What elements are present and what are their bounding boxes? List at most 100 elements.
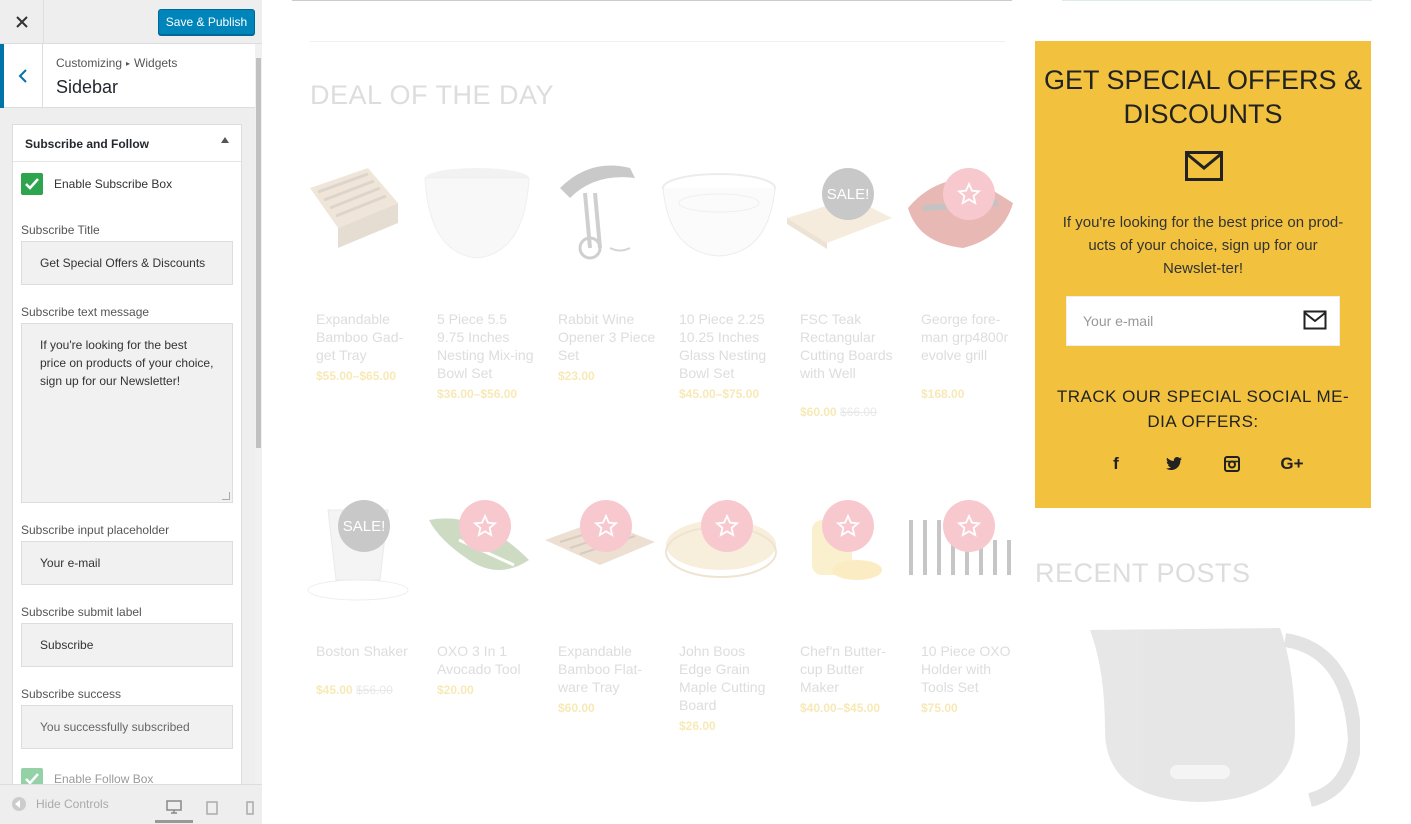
controls-scroll-area[interactable]: Subscribe and Follow Enable Subscribe Bo… <box>0 108 255 784</box>
product-name[interactable]: OXO 3 In 1 Avocado Tool <box>437 642 535 678</box>
product-name[interactable]: FSC Teak Rectangular Cutting Boards with… <box>800 310 898 382</box>
device-desktop-button[interactable] <box>155 793 193 823</box>
collapse-arrow-icon[interactable] <box>221 137 229 143</box>
instagram-link[interactable] <box>1219 451 1245 477</box>
product-image[interactable] <box>661 480 782 610</box>
scrollbar[interactable] <box>255 44 262 784</box>
product-image[interactable] <box>298 148 419 278</box>
kettle-image[interactable] <box>1080 620 1360 810</box>
product-name[interactable]: Boston Shaker <box>316 642 414 660</box>
device-tablet-button[interactable] <box>193 793 231 823</box>
mail-send-icon[interactable] <box>1303 310 1327 330</box>
product-image[interactable] <box>903 480 1024 610</box>
favorite-badge[interactable] <box>943 500 995 552</box>
instagram-icon <box>1224 456 1240 472</box>
favorite-badge[interactable] <box>943 168 995 220</box>
favorite-badge[interactable] <box>701 500 753 552</box>
product-card[interactable]: 10 Piece 2.25 10.25 Inches Glass Nesting… <box>661 148 782 401</box>
price-value: $45.00–$75.00 <box>679 387 760 401</box>
subscribe-title-input[interactable]: Get Special Offers & Discounts <box>21 241 233 285</box>
chevron-left-icon <box>18 69 27 83</box>
close-button[interactable] <box>0 0 44 44</box>
product-name[interactable]: 10 Piece 2.25 10.25 Inches Glass Nesting… <box>679 310 777 382</box>
star-icon <box>473 514 497 537</box>
product-name[interactable]: 5 Piece 5.5 9.75 Inches Nesting Mix-ing … <box>437 310 535 382</box>
favorite-badge[interactable] <box>459 500 511 552</box>
enable-subscribe-label: Enable Subscribe Box <box>54 177 173 191</box>
product-name[interactable]: 10 Piece OXO Holder with Tools Set <box>921 642 1019 696</box>
product-card[interactable]: Rabbit Wine Opener 3 Piece Set $23.00 <box>540 148 661 383</box>
customizer-footer: Hide Controls <box>0 784 262 824</box>
mail-icon <box>1185 151 1223 181</box>
price-value: $60.00 <box>558 701 595 715</box>
star-icon <box>836 514 860 537</box>
twitter-link[interactable] <box>1161 451 1187 477</box>
divider <box>1062 0 1372 1</box>
subscribe-email-field[interactable] <box>1066 296 1340 346</box>
glass-bowl-image <box>662 173 776 257</box>
subscribe-message-textarea[interactable]: If you're looking for the best price on … <box>21 323 233 503</box>
product-card[interactable]: Expandable Bamboo Gad-get Tray $55.00–$6… <box>298 148 419 383</box>
enable-subscribe-row[interactable]: Enable Subscribe Box <box>21 173 172 195</box>
product-name[interactable]: Expandable Bamboo Flat-ware Tray <box>558 642 656 696</box>
product-price: $23.00 <box>558 369 595 383</box>
product-name[interactable]: Rabbit Wine Opener 3 Piece Set <box>558 310 656 364</box>
product-name[interactable]: George fore-man grp4800r evolve grill <box>921 310 1019 364</box>
save-publish-button[interactable]: Save & Publish <box>158 9 255 35</box>
google-plus-link[interactable]: G+ <box>1277 451 1307 477</box>
product-card[interactable]: Chef'n Butter-cup Butter Maker $40.00–$4… <box>782 480 903 715</box>
product-image[interactable] <box>419 148 540 278</box>
divider <box>292 0 1012 1</box>
favorite-badge[interactable] <box>822 500 874 552</box>
widget-title: Subscribe and Follow <box>25 137 150 151</box>
product-image[interactable] <box>661 148 782 278</box>
resize-handle-icon[interactable] <box>222 492 230 500</box>
deal-of-the-day-heading: DEAL OF THE DAY <box>310 80 555 110</box>
product-price: $20.00 <box>437 683 474 697</box>
subscribe-success-input[interactable]: You successfully subscribed <box>21 705 233 749</box>
subscribe-email-input[interactable] <box>1067 297 1297 345</box>
product-price: $45.00–$75.00 <box>679 387 759 401</box>
product-name[interactable]: Expandable Bamboo Gad-get Tray <box>316 310 414 364</box>
product-image[interactable] <box>903 148 1024 278</box>
product-price: $45.00 $56.00 <box>316 683 393 697</box>
tablet-icon <box>206 801 218 815</box>
enable-follow-checkbox[interactable] <box>21 768 43 784</box>
desktop-icon <box>166 799 182 814</box>
facebook-icon: f <box>1113 454 1119 473</box>
product-card[interactable]: 10 Piece OXO Holder with Tools Set $75.0… <box>903 480 1024 715</box>
product-card[interactable]: OXO 3 In 1 Avocado Tool $20.00 <box>419 480 540 697</box>
widget-title-bar[interactable]: Subscribe and Follow <box>13 125 241 162</box>
back-button[interactable] <box>0 44 43 108</box>
price-value: $60.00 <box>800 405 837 419</box>
favorite-badge[interactable] <box>580 500 632 552</box>
product-card[interactable]: Expandable Bamboo Flat-ware Tray $60.00 <box>540 480 661 715</box>
product-name[interactable]: John Boos Edge Grain Maple Cutting Board <box>679 642 777 714</box>
product-image[interactable] <box>540 148 661 278</box>
subscribe-submit-input[interactable]: Subscribe <box>21 623 233 667</box>
product-card[interactable]: George fore-man grp4800r evolve grill $1… <box>903 148 1024 401</box>
scrollbar-thumb[interactable] <box>256 58 261 448</box>
product-image[interactable] <box>540 480 661 610</box>
product-image[interactable] <box>419 480 540 610</box>
enable-subscribe-checkbox[interactable] <box>21 173 43 195</box>
product-image[interactable]: SALE! <box>782 148 903 278</box>
product-name[interactable]: Chef'n Butter-cup Butter Maker <box>800 642 898 696</box>
gadget-tray-image <box>310 168 398 248</box>
facebook-link[interactable]: f <box>1103 451 1129 477</box>
twitter-icon <box>1166 457 1182 470</box>
product-image[interactable] <box>782 480 903 610</box>
sale-badge: SALE! <box>822 168 874 220</box>
subscribe-text: If you're looking for the best price on … <box>1062 214 1344 277</box>
product-price: $168.00 <box>921 387 964 401</box>
subscribe-widget: GET SPECIAL OFFERS & DISCOUNTS If you're… <box>1035 41 1371 508</box>
enable-follow-row[interactable]: Enable Follow Box <box>21 768 153 784</box>
price-value: $26.00 <box>679 719 716 733</box>
subscribe-placeholder-input[interactable]: Your e-mail <box>21 541 233 585</box>
product-image[interactable]: SALE! <box>298 480 419 610</box>
hide-controls-button[interactable]: Hide Controls <box>12 797 109 811</box>
product-card[interactable]: SALE! Boston Shaker $45.00 $56.00 <box>298 480 419 697</box>
product-card[interactable]: John Boos Edge Grain Maple Cutting Board… <box>661 480 782 733</box>
product-card[interactable]: SALE! FSC Teak Rectangular Cutting Board… <box>782 148 903 419</box>
product-card[interactable]: 5 Piece 5.5 9.75 Inches Nesting Mix-ing … <box>419 148 540 401</box>
